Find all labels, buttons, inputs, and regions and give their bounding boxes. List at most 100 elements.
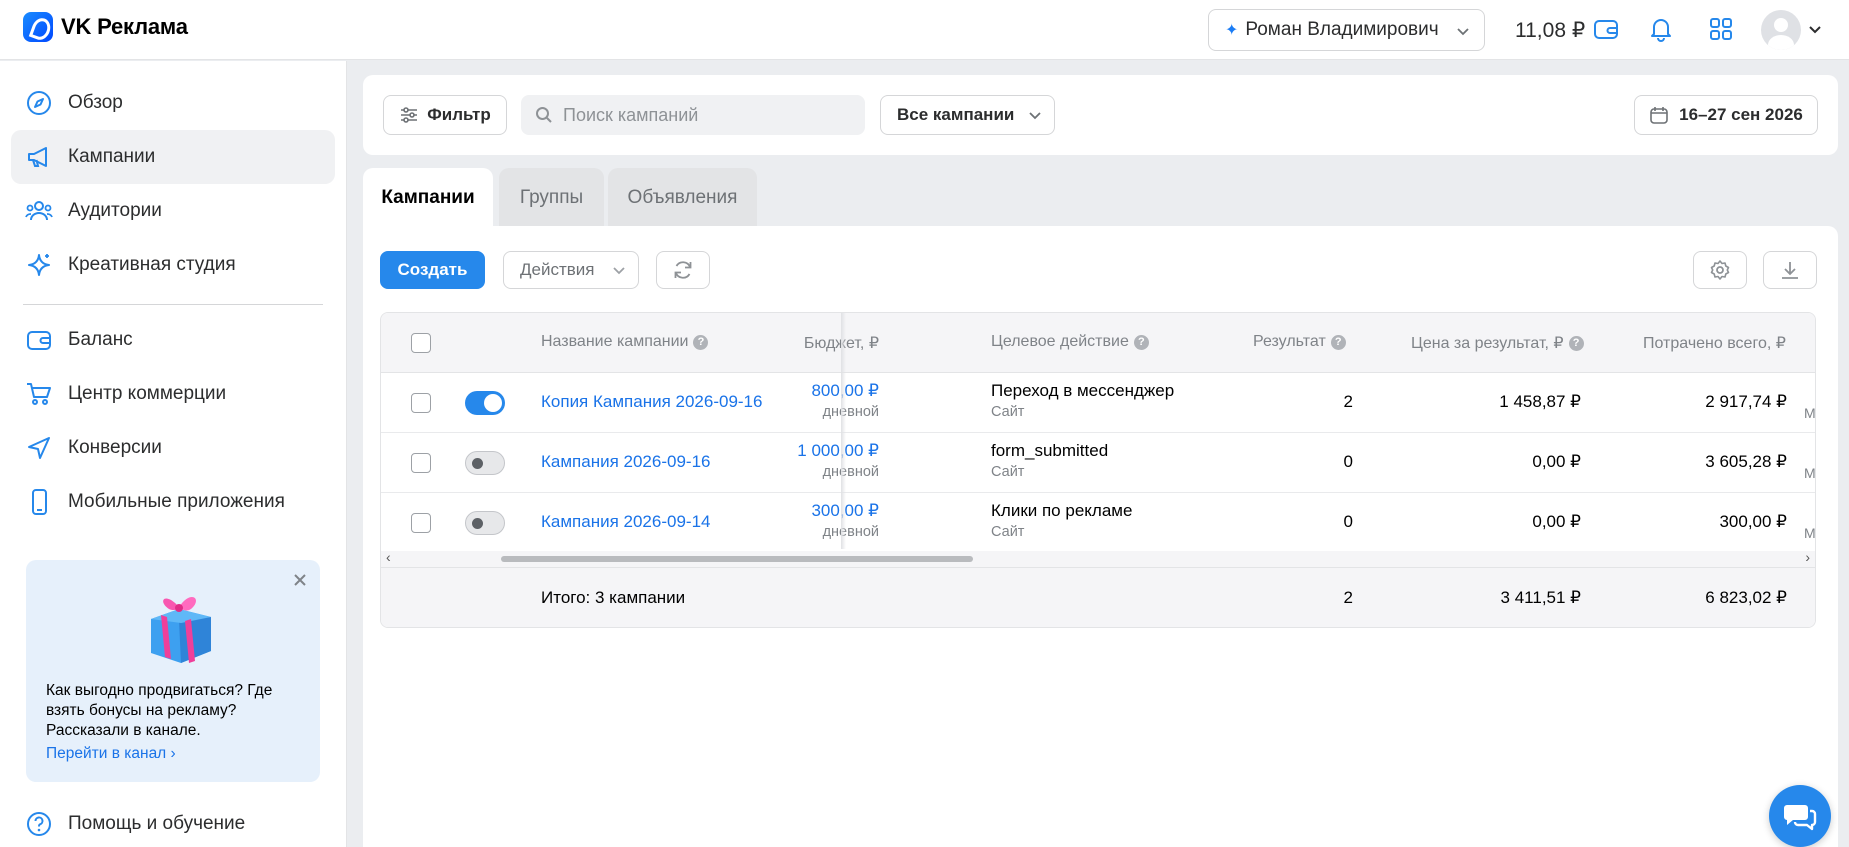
col-goal-header[interactable]: Целевое действие?: [991, 333, 1149, 351]
top-header: VK Реклама ✦ Роман Владимирович 11,08 ₽: [0, 0, 1849, 60]
account-switcher[interactable]: ✦ Роман Владимирович: [1208, 9, 1485, 51]
sidebar-divider: [23, 304, 323, 305]
sidebar-item-campaigns[interactable]: Кампании: [11, 130, 335, 184]
col-spent-header[interactable]: Потрачено всего, ₽: [1643, 333, 1786, 353]
actions-dropdown[interactable]: Действия: [503, 251, 639, 289]
refresh-button[interactable]: [656, 251, 710, 289]
col-cpr-header[interactable]: Цена за результат, ₽?: [1411, 333, 1584, 353]
budget-type: дневной: [822, 464, 879, 480]
col-goal-label: Целевое действие: [991, 333, 1129, 350]
sidebar-item-label: Помощь и обучение: [68, 813, 246, 834]
close-icon[interactable]: [292, 572, 308, 593]
megaphone-icon: [24, 142, 54, 172]
campaigns-panel: Создать Действия Название кампании? Бюдж…: [363, 226, 1838, 847]
sidebar-item-help[interactable]: Помощь и обучение: [11, 797, 335, 847]
search-input[interactable]: [563, 104, 843, 126]
help-icon[interactable]: ?: [1330, 334, 1346, 350]
campaign-toggle[interactable]: [465, 391, 505, 415]
scroll-right-arrow-icon[interactable]: ›: [1805, 549, 1810, 565]
spent-cell: 3 605,28 ₽: [1705, 452, 1787, 471]
vk-ads-logo-icon: [23, 12, 53, 42]
campaign-toggle[interactable]: [465, 511, 505, 535]
campaign-toggle[interactable]: [465, 451, 505, 475]
chevron-down-icon: [612, 263, 626, 277]
tab-ads[interactable]: Объявления: [608, 168, 757, 227]
promo-link[interactable]: Перейти в канал ›: [46, 745, 176, 763]
filter-button[interactable]: Фильтр: [383, 95, 507, 135]
promo-text: Как выгодно продвигаться? Где взять бону…: [46, 682, 273, 739]
tab-groups[interactable]: Группы: [499, 168, 604, 227]
total-label: Итого: 3 кампании: [541, 588, 686, 607]
table-settings-button[interactable]: [1693, 251, 1747, 289]
col-cpr-label: Цена за результат, ₽: [1411, 335, 1564, 352]
sidebar-item-mobile-apps[interactable]: Мобильные приложения: [11, 475, 335, 529]
budget-cell[interactable]: 1 000,00 ₽ дневной: [797, 441, 879, 480]
campaign-name-link[interactable]: Кампания 2026-09-14: [541, 512, 710, 532]
chevron-down-icon[interactable]: [1808, 21, 1822, 42]
row-checkbox[interactable]: [411, 513, 431, 533]
sidebar-item-creative-studio[interactable]: Креативная студия: [11, 238, 335, 292]
date-range-picker[interactable]: 16–27 сен 2026: [1634, 95, 1818, 135]
search-box[interactable]: [521, 95, 865, 135]
table-row: Кампания 2026-09-14 300,00 ₽ дневной Кли…: [381, 493, 1815, 553]
bell-icon[interactable]: [1646, 14, 1676, 44]
create-button[interactable]: Создать: [380, 251, 485, 289]
avatar[interactable]: [1761, 10, 1801, 50]
goal-cell: form_submitted Сайт: [991, 441, 1108, 480]
spent-cell: 2 917,74 ₽: [1705, 392, 1787, 411]
actions-label: Действия: [520, 260, 595, 279]
row-checkbox[interactable]: [411, 393, 431, 413]
row-checkbox[interactable]: [411, 453, 431, 473]
table-total-row: Итого: 3 кампании 2 3 411,51 ₽ 6 823,02 …: [381, 567, 1815, 627]
goal-cell: Клики по рекламе Сайт: [991, 501, 1132, 540]
support-chat-button[interactable]: [1769, 785, 1831, 847]
goal-subtitle: Сайт: [991, 464, 1025, 480]
table-row: Кампания 2026-09-16 1 000,00 ₽ дневной f…: [381, 433, 1815, 493]
scrollbar-thumb[interactable]: [501, 556, 973, 562]
col-name-header[interactable]: Название кампании?: [541, 333, 709, 351]
horizontal-scrollbar[interactable]: ‹ ›: [381, 549, 1815, 567]
total-spent: 6 823,02 ₽: [1705, 588, 1787, 607]
col-result-label: Результат: [1253, 333, 1326, 350]
select-all-checkbox[interactable]: [411, 333, 431, 353]
sidebar-item-balance[interactable]: Баланс: [11, 313, 335, 367]
chevron-down-icon: [1028, 108, 1042, 122]
scroll-left-arrow-icon[interactable]: ‹: [386, 549, 391, 565]
sidebar-item-label: Конверсии: [68, 437, 162, 458]
total-result: 2: [1343, 588, 1353, 607]
download-icon: [1779, 259, 1801, 281]
users-icon: [24, 196, 54, 226]
apps-grid-icon[interactable]: [1706, 14, 1736, 44]
logo[interactable]: VK Реклама: [23, 12, 188, 42]
sidebar-item-commerce[interactable]: Центр коммерции: [11, 367, 335, 421]
sidebar-item-conversions[interactable]: Конверсии: [11, 421, 335, 475]
campaigns-select[interactable]: Все кампании: [880, 95, 1055, 135]
sidebar-item-overview[interactable]: Обзор: [11, 76, 335, 130]
help-icon[interactable]: ?: [693, 334, 709, 350]
question-icon: [24, 809, 54, 839]
campaign-name-link[interactable]: Кампания 2026-09-16: [541, 452, 710, 472]
sidebar: Обзор Кампании Аудитории Креативная студ…: [0, 61, 347, 847]
download-button[interactable]: [1763, 251, 1817, 289]
cpr-cell: 1 458,87 ₽: [1499, 392, 1581, 411]
goal-subtitle: Сайт: [991, 404, 1025, 420]
sidebar-item-audiences[interactable]: Аудитории: [11, 184, 335, 238]
filter-label: Фильтр: [427, 105, 491, 124]
col-result-header[interactable]: Результат?: [1253, 333, 1346, 351]
help-icon[interactable]: ?: [1133, 334, 1149, 350]
sidebar-item-label: Кампании: [68, 146, 156, 167]
gear-icon: [1709, 259, 1731, 281]
refresh-icon: [672, 259, 694, 281]
balance-amount[interactable]: 11,08 ₽: [1515, 18, 1585, 43]
truncated-cell: М: [1804, 405, 1816, 421]
promo-card: Как выгодно продвигаться? Где взять бону…: [26, 560, 320, 782]
help-icon[interactable]: ?: [1568, 335, 1584, 351]
wallet-icon[interactable]: [1591, 14, 1621, 44]
campaigns-table: Название кампании? Бюджет, ₽ Целевое дей…: [380, 312, 1816, 628]
campaign-name-link[interactable]: Копия Кампания 2026-09-16: [541, 392, 762, 412]
col-name-label: Название кампании: [541, 333, 689, 350]
campaigns-select-value: Все кампании: [897, 105, 1015, 124]
sidebar-item-label: Аудитории: [68, 200, 162, 221]
tab-campaigns[interactable]: Кампании: [363, 168, 493, 227]
chat-bubbles-icon: [1783, 801, 1817, 831]
